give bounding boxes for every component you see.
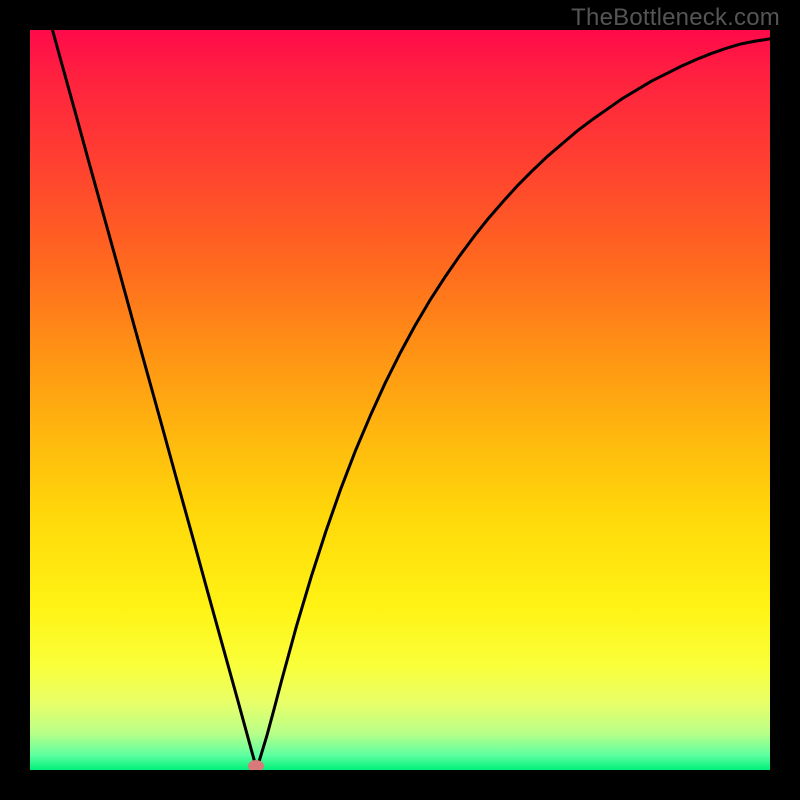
bottleneck-curve — [30, 30, 770, 766]
chart-frame: TheBottleneck.com — [0, 0, 800, 800]
curve-svg — [30, 30, 770, 770]
watermark-text: TheBottleneck.com — [571, 4, 780, 32]
minimum-marker — [248, 760, 264, 770]
plot-area — [30, 30, 770, 770]
